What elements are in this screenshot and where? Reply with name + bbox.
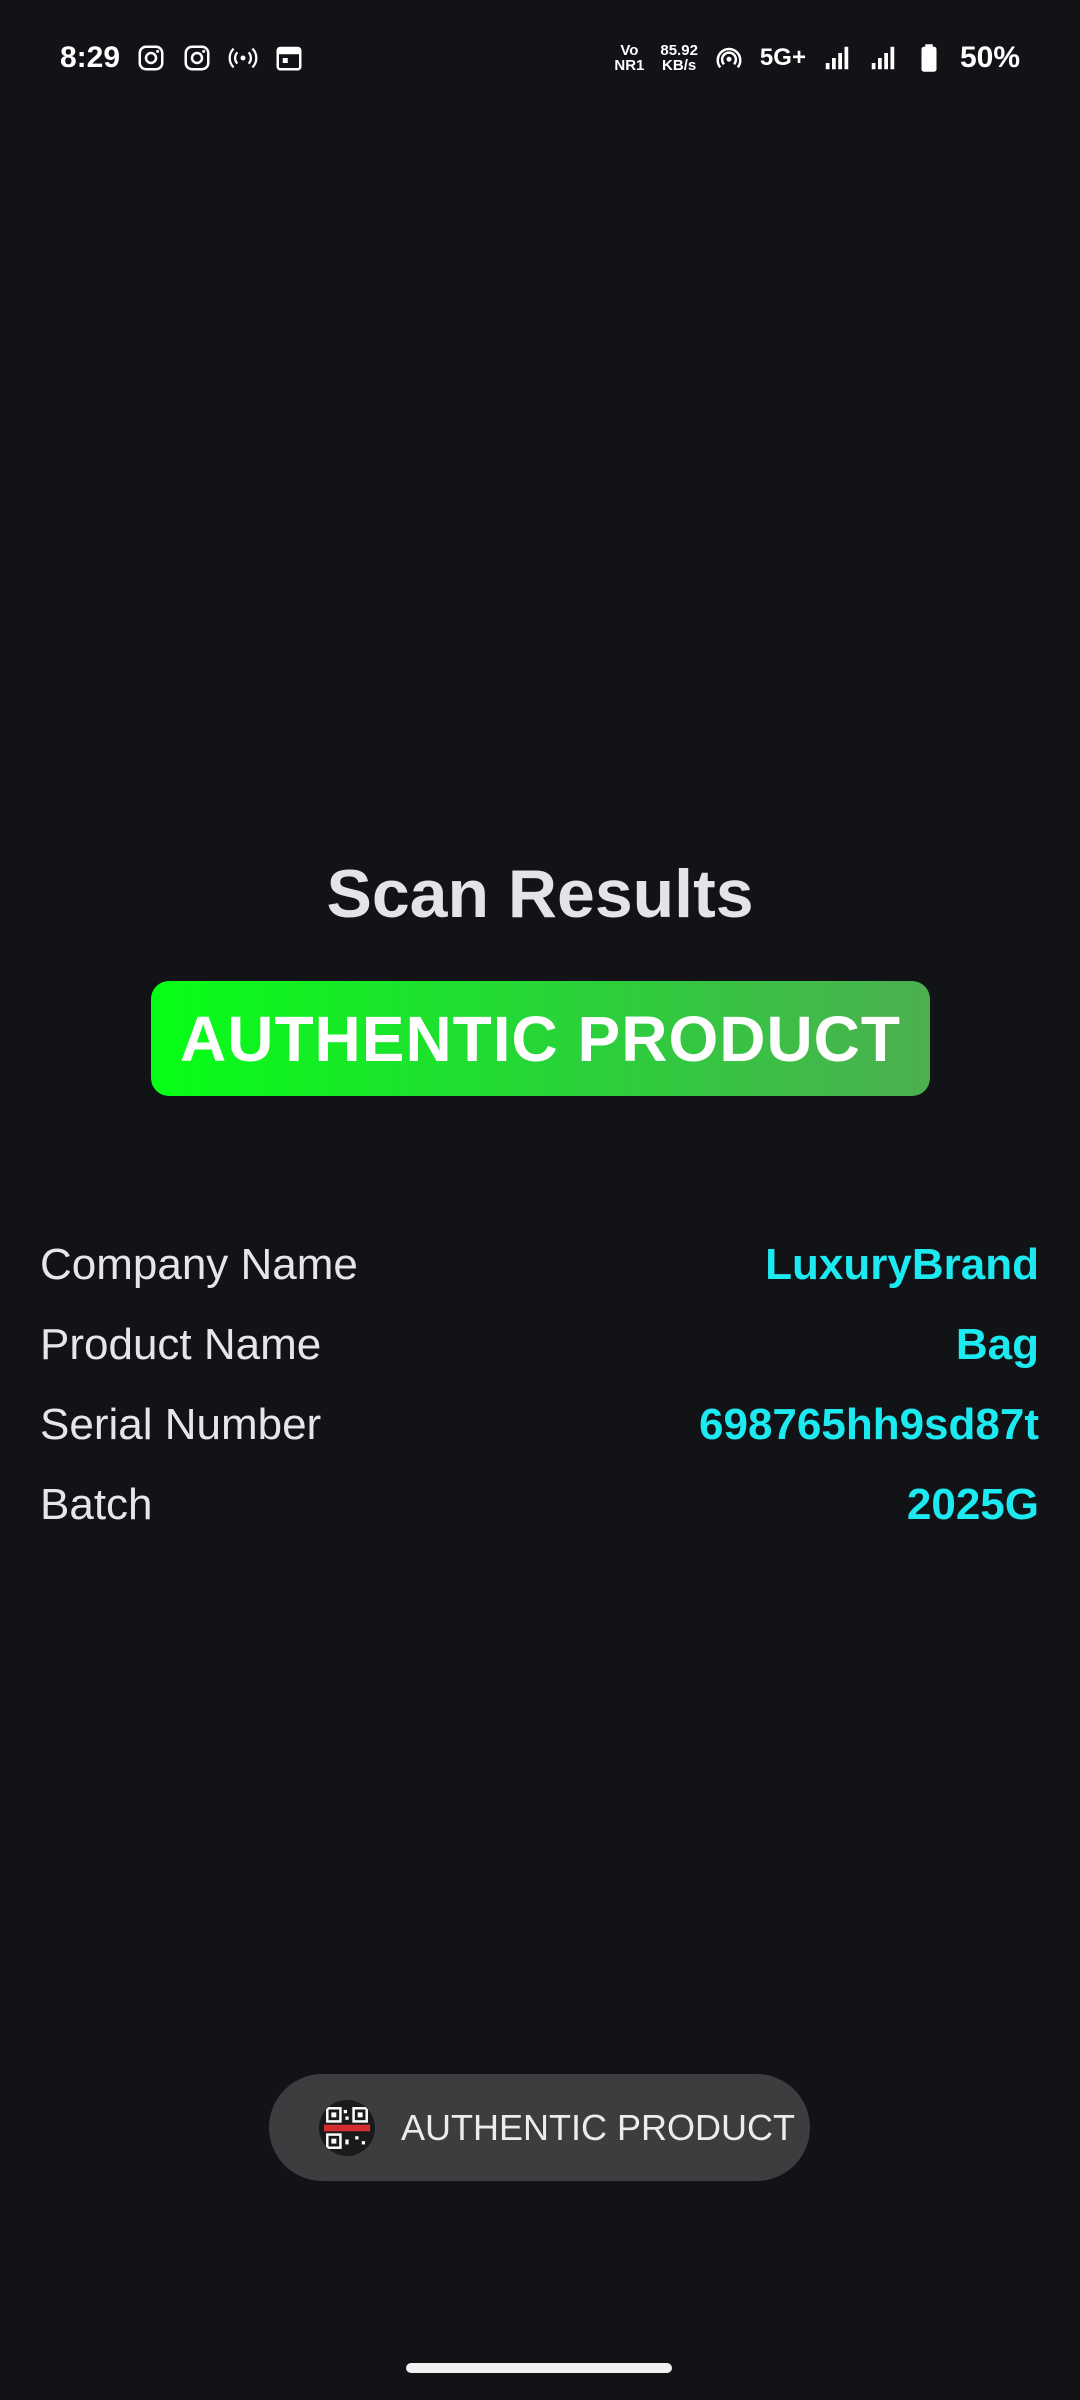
batch-value: 2025G	[906, 1480, 1039, 1529]
company-name-label: Company Name	[40, 1240, 358, 1289]
detail-row-serial: Serial Number 698765hh9sd87t	[40, 1385, 1039, 1465]
detail-row-company: Company Name LuxuryBrand	[40, 1225, 1039, 1305]
serial-number-label: Serial Number	[40, 1400, 322, 1449]
status-bar-left: 8:29	[60, 41, 304, 75]
speed-unit: KB/s	[662, 56, 697, 74]
product-details: Company Name LuxuryBrand Product Name Ba…	[40, 1225, 1039, 1545]
network-speed: 85.92 KB/s	[660, 43, 698, 73]
volte-indicator: Vo NR1	[614, 43, 644, 73]
product-name-label: Product Name	[40, 1320, 322, 1369]
hotspot-icon	[714, 43, 744, 73]
status-time: 8:29	[60, 40, 121, 74]
network-type: 5G+	[759, 43, 806, 71]
battery-icon	[914, 43, 944, 73]
instagram-icon	[182, 43, 212, 73]
batch-label: Batch	[40, 1480, 153, 1529]
product-name-value: Bag	[955, 1320, 1039, 1369]
toast-text: AUTHENTIC PRODUCT	[401, 2106, 795, 2148]
status-bar: 8:29 Vo NR1 85.92 KB/s 5G+ 50%	[0, 0, 1080, 115]
instagram-icon	[136, 43, 166, 73]
home-indicator[interactable]	[406, 2363, 672, 2373]
serial-number-value: 698765hh9sd87t	[699, 1400, 1039, 1449]
page-title: Scan Results	[326, 856, 754, 932]
verdict-badge: AUTHENTIC PRODUCT	[151, 981, 930, 1096]
signal-icon	[868, 43, 898, 73]
hotspot-broadcast-icon	[228, 43, 258, 73]
status-bar-right: Vo NR1 85.92 KB/s 5G+ 50%	[614, 41, 1020, 75]
company-name-value: LuxuryBrand	[765, 1240, 1039, 1289]
toast-message: AUTHENTIC PRODUCT	[269, 2074, 810, 2181]
signal-icon	[822, 43, 852, 73]
volte-bottom: NR1	[614, 56, 645, 74]
calendar-icon	[274, 43, 304, 73]
app-logo-icon	[319, 2099, 375, 2156]
detail-row-batch: Batch 2025G	[40, 1465, 1039, 1545]
battery-percentage: 50%	[959, 40, 1020, 74]
detail-row-product: Product Name Bag	[40, 1305, 1039, 1385]
